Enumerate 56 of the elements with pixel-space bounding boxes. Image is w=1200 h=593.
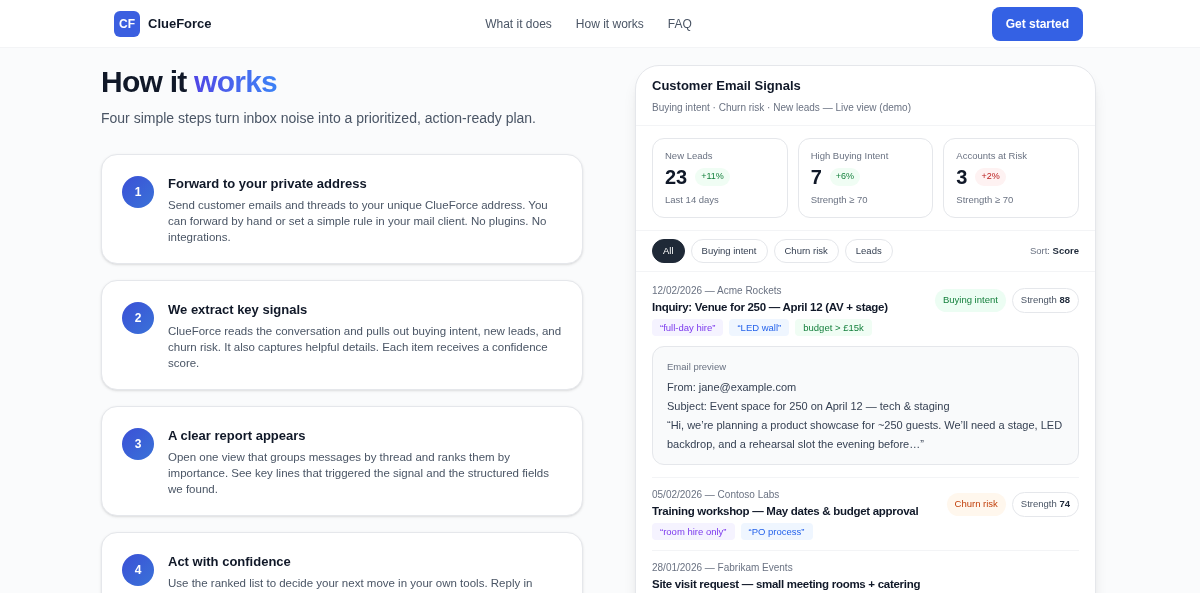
panel-title: Customer Email Signals [652,77,802,95]
get-started-button[interactable]: Get started [991,6,1083,41]
step-title: Act with confidence [168,553,292,571]
nav-link[interactable]: What it does [485,14,552,33]
preview-label: Email preview [667,360,728,375]
page-subtitle: Four simple steps turn inbox noise into a prioritized, action-ready plan. [101,109,537,128]
stat-label: New Leads [665,148,714,163]
filter-chip[interactable]: Buying intent [690,239,768,264]
step-title: Forward to your private address [168,175,368,193]
stat-note: Strength ≥ 70 [956,192,1015,207]
email-meta: 05/02/2026 — Contoso Labs [652,488,781,502]
stat-label: Accounts at Risk [956,148,1029,163]
filter-chip[interactable]: Leads [844,239,893,264]
step-description: Open one view that groups messages by thread and ranks them by importance. See key lines that triggered the signal and the structured fields we found. [168,450,550,497]
keyword-tag: “full-day hire” [652,319,724,337]
stat-value: 3 [956,166,968,187]
stat-value: 7 [810,166,822,187]
step-description: Send customer emails and threads to your unique ClueForce address. You can forward by hand or set a simple rule in your mail client. No plugins. No integrations. [168,198,549,245]
stat-value: 23 [665,166,688,187]
step-description: ClueForce reads the conversation and pulls out buying intent, new leads, and churn risk. It also captures helpful details. Each item receives a confidence score. [168,324,562,371]
stat-note: Strength ≥ 70 [810,192,869,207]
panel-subtitle: Buying intent · Churn risk · New leads — Live view (demo) [652,100,912,115]
step-title: A clear report appears [168,427,307,445]
keyword-tag: “PO process” [740,523,813,541]
from-line: From: jane@example.com [667,380,798,396]
logo-mark[interactable]: CF [114,10,140,37]
brand-name[interactable]: ClueForce [148,13,212,34]
email-meta: 28/01/2026 — Fabrikam Events [652,561,794,575]
nav-link[interactable]: How it works [575,14,644,33]
stat-label: High Buying Intent [810,148,890,163]
delta-badge: +6% [829,168,861,186]
subject-line: Subject: Event space for 250 on April 12 — tech & staging [667,399,951,415]
step-number: 2 [122,302,154,334]
signal-badge: Churn risk [946,493,1006,516]
nav-link[interactable]: FAQ [667,14,692,33]
email-meta: 12/02/2026 — Acme Rockets [652,284,783,298]
step-description: Use the ranked list to decide your next move in your own tools. Reply in [168,576,533,591]
step-title: We extract key signals [168,301,309,319]
email-subject[interactable]: Inquiry: Venue for 250 — April 12 (AV + stage) [652,299,927,316]
email-subject[interactable]: Training workshop — May dates & budget approval [652,503,939,520]
delta-badge: +2% [975,168,1006,186]
email-subject[interactable]: Site visit request — small meeting rooms + catering [652,576,1079,593]
filter-chip[interactable]: Churn risk [773,239,839,264]
filter-chip[interactable]: All [652,239,685,264]
sort-control[interactable]: Sort: Score [1029,244,1079,259]
page-title: How it works [101,64,279,100]
keyword-tag: budget > £15k [795,319,872,337]
email-quote: “Hi, we’re planning a product showcase for ~250 guests. We’ll need a stage, LED backdrop, and a rehearsal slot the evening before…” [667,418,1064,453]
keyword-tag: “room hire only” [652,523,735,541]
step-number: 3 [122,428,154,460]
keyword-tag: “LED wall” [729,319,790,337]
stat-note: Last 14 days [665,192,720,207]
delta-badge: +11% [695,168,730,186]
step-number: 4 [122,554,154,586]
signal-badge: Buying intent [934,289,1006,312]
step-number: 1 [122,176,154,208]
